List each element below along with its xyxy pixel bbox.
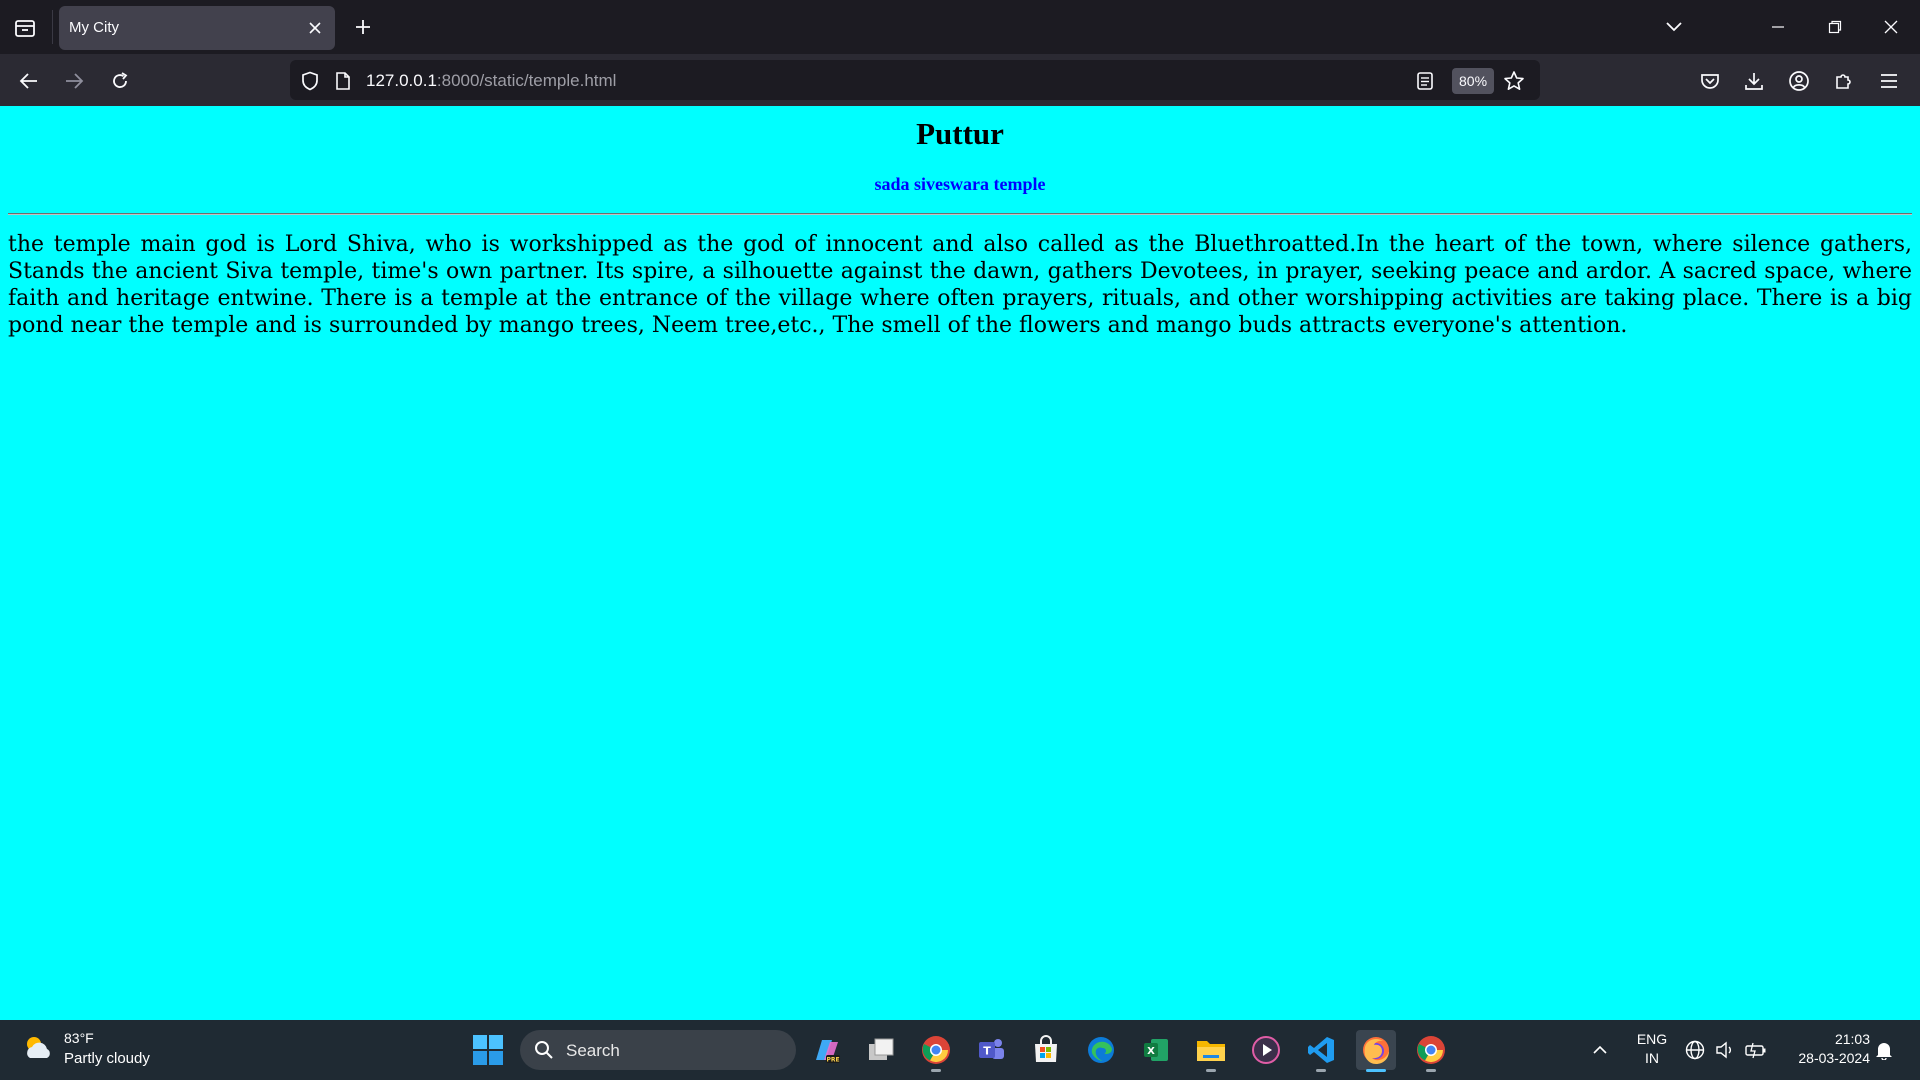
back-icon[interactable] [13,65,45,97]
firefox-view-icon[interactable] [10,14,40,42]
menu-icon[interactable] [1873,65,1905,97]
search-label: Search [566,1041,620,1060]
network-globe-icon [1685,1040,1705,1060]
active-indicator [1366,1069,1386,1072]
microsoft-store-icon[interactable] [1026,1030,1066,1070]
url-host: 127.0.0.1 [366,71,437,90]
reader-view-icon[interactable] [1412,68,1438,94]
chevron-down-icon[interactable] [1660,14,1688,40]
svg-text:PRE: PRE [826,1057,839,1064]
firefox-icon[interactable] [1356,1030,1396,1072]
extensions-icon[interactable] [1828,65,1860,97]
close-window-icon[interactable] [1876,12,1906,42]
tab-strip: My City [0,0,1920,54]
clock-time: 21:03 [1834,1031,1870,1047]
media-player-icon[interactable] [1246,1030,1286,1070]
partly-cloudy-icon [27,1037,50,1058]
page-subtitle: sada siveswara temple [874,174,1046,194]
task-view-icon[interactable] [861,1030,901,1070]
page-title: Puttur [916,116,1004,151]
pocket-icon[interactable] [1694,65,1726,97]
temple-description: the temple main god is Lord Shiva, who i… [8,232,1912,338]
url-text[interactable]: 127.0.0.1:8000/static/temple.html [366,71,616,91]
system-tray[interactable] [1684,1037,1768,1063]
language-code: ENG [1636,1031,1668,1047]
copilot-icon[interactable]: PRE [806,1030,846,1070]
running-indicator [1316,1069,1326,1072]
page-content: Puttur sada siveswara temple the temple … [0,106,1920,1020]
restore-icon[interactable] [1820,12,1850,42]
file-explorer-icon[interactable] [1191,1030,1231,1072]
chrome-icon[interactable] [916,1030,956,1072]
new-tab-icon[interactable] [349,13,377,41]
weather-description: Partly cloudy [64,1050,150,1067]
close-tab-icon[interactable] [305,18,325,38]
input-language[interactable]: ENG IN [1634,1030,1670,1068]
svg-text:X: X [1147,1046,1155,1057]
reload-icon[interactable] [104,65,136,97]
windows-start-icon[interactable] [472,1034,504,1066]
search-icon [535,1041,553,1059]
running-indicator [1206,1069,1216,1072]
clock-date: 28-03-2024 [1798,1050,1870,1066]
address-bar[interactable]: 127.0.0.1:8000/static/temple.html 80% [290,60,1540,100]
account-icon[interactable] [1783,65,1815,97]
tab-title: My City [69,19,119,36]
running-indicator [931,1069,941,1072]
running-indicator [1426,1069,1436,1072]
weather-temperature: 83°F [64,1030,94,1046]
zoom-level-button[interactable]: 80% [1452,68,1495,94]
url-path: :8000/static/temple.html [436,71,617,90]
taskbar: 83°F Partly cloudy Search PRE T X ENG IN… [0,1020,1920,1080]
tab-my-city[interactable]: My City [59,6,335,50]
edge-icon[interactable] [1081,1030,1121,1070]
vscode-icon[interactable] [1301,1030,1341,1072]
clock[interactable]: 21:03 28-03-2024 [1780,1030,1870,1068]
svg-text:T: T [983,1045,991,1058]
downloads-icon[interactable] [1738,65,1770,97]
tracking-protection-shield-icon[interactable] [298,69,322,93]
minimize-icon[interactable] [1763,12,1793,42]
battery-icon [1745,1042,1766,1059]
volume-icon [1716,1041,1731,1059]
region-code: IN [1645,1050,1659,1066]
forward-icon[interactable] [58,65,90,97]
bookmark-star-icon[interactable] [1500,67,1528,95]
show-hidden-icons-chevron-icon[interactable] [1588,1038,1612,1062]
horizontal-rule [8,213,1912,215]
teams-icon[interactable]: T [971,1030,1011,1070]
taskbar-search[interactable]: Search [520,1030,796,1070]
tab-separator [52,10,53,44]
navigation-toolbar: 127.0.0.1:8000/static/temple.html 80% [0,54,1920,106]
chrome-profile-icon[interactable] [1411,1030,1451,1072]
page-info-icon[interactable] [332,69,354,93]
notification-bell-icon[interactable] [1872,1038,1896,1062]
excel-icon[interactable]: X [1136,1030,1176,1070]
